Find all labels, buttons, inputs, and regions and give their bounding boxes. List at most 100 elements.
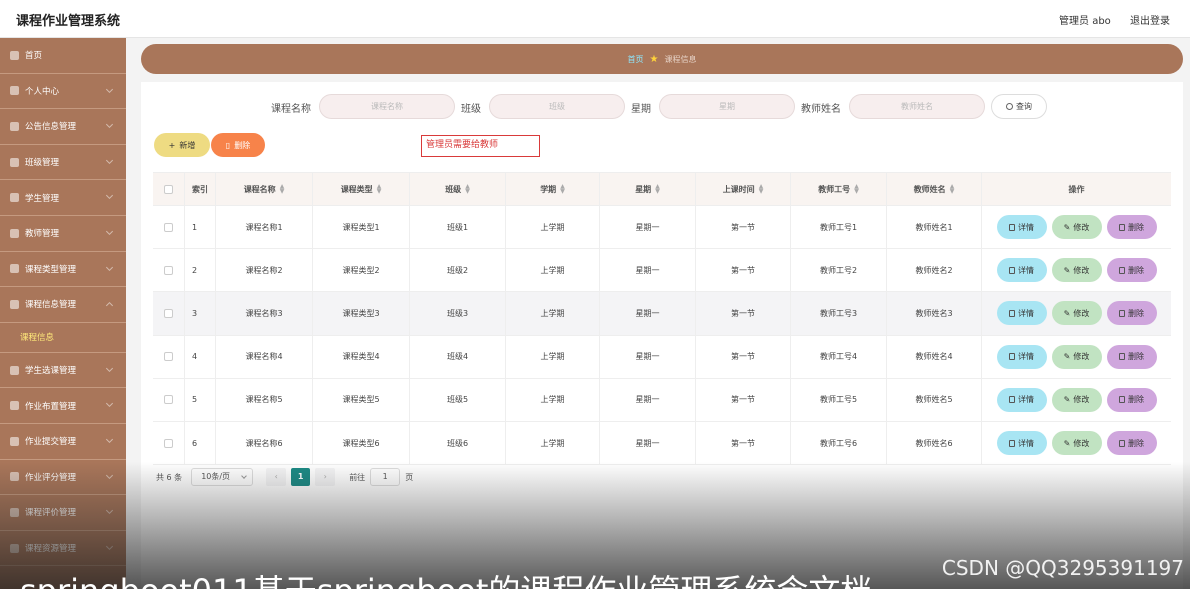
- sidebar-item-score[interactable]: 作业评分管理: [0, 460, 126, 496]
- course-name-input[interactable]: 课程名称: [319, 94, 455, 119]
- class-cell: 班级5: [410, 378, 506, 421]
- sort-icon: ▲ ▼: [465, 183, 470, 195]
- delete-button[interactable]: 删除: [1106, 344, 1157, 369]
- page-size-select[interactable]: 10条/页: [191, 468, 254, 486]
- sidebar-item-profile[interactable]: 个人中心: [0, 74, 126, 110]
- header-course-type[interactable]: 课程类型 ▲ ▼: [313, 173, 410, 205]
- header-course-name[interactable]: 课程名称 ▲ ▼: [216, 173, 313, 205]
- week-input[interactable]: 星期: [659, 94, 795, 119]
- document-icon: [1009, 353, 1015, 361]
- detail-button[interactable]: 详情: [996, 258, 1047, 283]
- header-class[interactable]: 班级 ▲ ▼: [410, 173, 506, 205]
- row-checkbox[interactable]: [164, 395, 173, 405]
- batch-delete-button[interactable]: ▯ 删除: [211, 133, 265, 157]
- teacher-name-cell: 教师姓名6: [887, 421, 982, 465]
- term-cell: 上学期: [506, 292, 600, 335]
- teacher-name-label: 教师姓名: [801, 104, 841, 115]
- sort-icon: ▲ ▼: [854, 183, 859, 195]
- course-type-cell: 课程类型3: [313, 292, 410, 335]
- content-panel: 课程名称 课程名称 班级 班级 星期 星期 教师姓名 教师姓名 查询 + 新增 ▯…: [141, 82, 1183, 589]
- sidebar-item-home[interactable]: 首页: [0, 38, 126, 74]
- week-label: 星期: [631, 104, 651, 115]
- row-checkbox[interactable]: [164, 265, 173, 275]
- top-bar: 课程作业管理系统 管理员 abo 退出登录: [0, 0, 1190, 38]
- app-title: 课程作业管理系统: [16, 14, 121, 29]
- edit-button[interactable]: ✎ 修改: [1051, 215, 1102, 240]
- edit-button[interactable]: ✎ 修改: [1051, 431, 1102, 456]
- sidebar-item-selection[interactable]: 学生选课管理: [0, 353, 126, 389]
- class-time-cell: 第一节: [696, 421, 791, 465]
- delete-button[interactable]: 删除: [1106, 387, 1157, 412]
- header-teacher-id[interactable]: 教师工号 ▲ ▼: [791, 173, 887, 205]
- header-term[interactable]: 学期 ▲ ▼: [506, 173, 600, 205]
- sidebar-item-resource[interactable]: 课程资源管理: [0, 531, 126, 567]
- row-actions: 详情 ✎ 修改 删除: [982, 292, 1171, 334]
- teacher-id-cell: 教师工号5: [791, 378, 887, 421]
- edit-button[interactable]: ✎ 修改: [1051, 387, 1102, 412]
- trash-icon: ▯: [225, 140, 231, 150]
- sidebar-item-assign[interactable]: 作业布置管理: [0, 388, 126, 424]
- row-checkbox[interactable]: [164, 308, 173, 318]
- breadcrumb-current: 课程信息: [664, 54, 697, 64]
- header-time[interactable]: 上课时间 ▲ ▼: [696, 173, 791, 205]
- chevron-down-icon: [105, 263, 114, 271]
- row-index-cell: 1: [185, 206, 216, 249]
- next-page-button[interactable]: ›: [315, 468, 336, 486]
- header-index: 索引: [185, 173, 216, 205]
- sidebar-item-notice[interactable]: 公告信息管理: [0, 109, 126, 145]
- document-icon: [1009, 266, 1015, 274]
- class-cell: 班级6: [410, 421, 506, 465]
- sidebar-item-class[interactable]: 班级管理: [0, 145, 126, 181]
- prev-page-button[interactable]: ‹: [266, 468, 287, 486]
- row-checkbox[interactable]: [164, 352, 173, 362]
- sidebar-item-course-type[interactable]: 课程类型管理: [0, 252, 126, 288]
- breadcrumb-home[interactable]: 首页: [628, 54, 644, 65]
- course-name-label: 课程名称: [271, 104, 311, 115]
- sidebar-item-submit[interactable]: 作业提交管理: [0, 424, 126, 460]
- sidebar-item-course-info[interactable]: 课程信息管理: [0, 287, 126, 323]
- table-row: 4 课程名称4 课程类型4 班级4 上学期 星期一 第一节 教师工号4 教师姓名4 详情 ✎ 修改 删除: [153, 335, 1171, 379]
- delete-button[interactable]: 删除: [1106, 301, 1157, 326]
- class-input[interactable]: 班级: [489, 94, 625, 119]
- row-checkbox[interactable]: [164, 222, 173, 232]
- sidebar-item-teacher[interactable]: 教师管理: [0, 216, 126, 252]
- sidebar-item-evaluate[interactable]: 课程评价管理: [0, 495, 126, 531]
- row-actions: 详情 ✎ 修改 删除: [982, 206, 1171, 248]
- page-number-current[interactable]: 1: [291, 468, 311, 486]
- row-checkbox[interactable]: [164, 438, 173, 448]
- edit-button[interactable]: ✎ 修改: [1051, 258, 1102, 283]
- delete-button[interactable]: 删除: [1106, 431, 1157, 456]
- query-button[interactable]: 查询: [991, 94, 1047, 119]
- add-button[interactable]: + 新增: [154, 133, 210, 157]
- chevron-up-icon: [105, 302, 114, 310]
- select-all-checkbox[interactable]: [164, 184, 173, 194]
- logout-link[interactable]: 退出登录: [1130, 16, 1170, 27]
- detail-button[interactable]: 详情: [996, 431, 1047, 456]
- delete-button[interactable]: 删除: [1106, 258, 1157, 283]
- header-week[interactable]: 星期 ▲ ▼: [600, 173, 696, 205]
- header-teacher-name[interactable]: 教师姓名 ▲ ▼: [887, 173, 982, 205]
- class-time-cell: 第一节: [696, 206, 791, 249]
- sidebar-item-student[interactable]: 学生管理: [0, 180, 126, 216]
- term-cell: 上学期: [506, 335, 600, 378]
- delete-button[interactable]: 删除: [1106, 215, 1157, 240]
- document-icon: [1009, 309, 1015, 317]
- edit-button[interactable]: ✎ 修改: [1051, 301, 1102, 326]
- class-time-cell: 第一节: [696, 292, 791, 335]
- annotation-note: 管理员需要给教师: [421, 135, 540, 157]
- detail-button[interactable]: 详情: [996, 387, 1047, 412]
- clipboard-icon: [10, 401, 19, 411]
- table-body: 1 课程名称1 课程类型1 班级1 上学期 星期一 第一节 教师工号1 教师姓名1 详情 ✎ 修改 删除…: [153, 206, 1171, 466]
- course-table: 索引 课程名称 ▲ ▼ 课程类型 ▲ ▼ 班级 ▲ ▼ 学期 ▲ ▼ 星期 ▲ ▼ 上课时间 ▲ ▼ 教…: [153, 172, 1171, 466]
- row-actions: 详情 ✎ 修改 删除: [982, 379, 1171, 421]
- detail-button[interactable]: 详情: [996, 301, 1047, 326]
- term-cell: 上学期: [506, 249, 600, 292]
- edit-button[interactable]: ✎ 修改: [1051, 344, 1102, 369]
- teacher-name-input[interactable]: 教师姓名: [849, 94, 985, 119]
- chevron-down-icon: [105, 364, 114, 372]
- detail-button[interactable]: 详情: [996, 344, 1047, 369]
- sidebar-subitem-course-info[interactable]: 课程信息: [0, 323, 126, 353]
- goto-page-input[interactable]: 1: [370, 468, 401, 486]
- detail-button[interactable]: 详情: [996, 215, 1047, 240]
- teacher-id-cell: 教师工号3: [791, 292, 887, 335]
